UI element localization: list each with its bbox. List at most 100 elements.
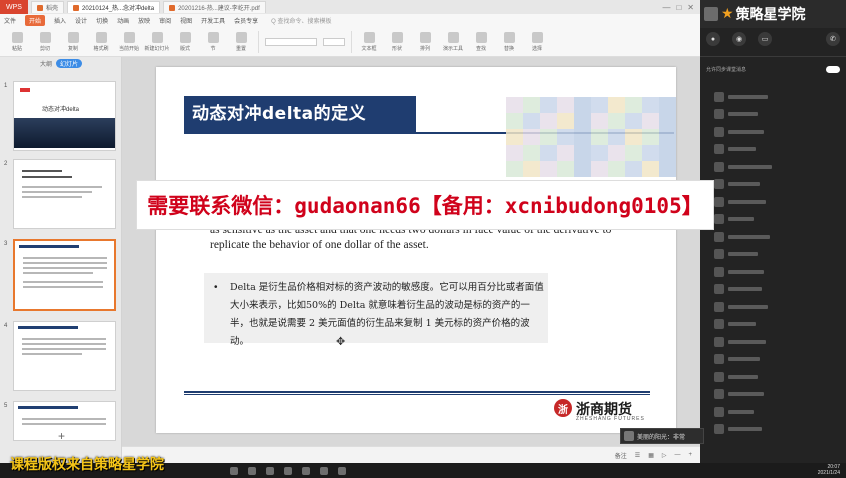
- notes-button[interactable]: 备注: [615, 451, 627, 460]
- list-item[interactable]: [700, 123, 846, 141]
- list-item[interactable]: [700, 176, 846, 194]
- blurred-name: [728, 164, 772, 169]
- chat-popup[interactable]: 美丽的阳光：非常: [620, 428, 704, 444]
- wps-window: WPS 稻壳 20210124_热...念对冲delta 20201216-热.…: [0, 0, 700, 463]
- font-size-select[interactable]: [323, 37, 345, 46]
- menu-review[interactable]: 审阅: [159, 16, 171, 25]
- tab-slides[interactable]: 幻灯片: [56, 58, 83, 68]
- paste-button[interactable]: 粘贴: [6, 31, 28, 52]
- zoom-in-icon[interactable]: +: [688, 452, 692, 458]
- menu-animation[interactable]: 动画: [117, 16, 129, 25]
- slide-thumbnail-3-selected[interactable]: [13, 239, 116, 311]
- list-item[interactable]: [700, 141, 846, 159]
- list-item[interactable]: [700, 368, 846, 386]
- menu-start[interactable]: 开始: [25, 15, 46, 26]
- avatar: [714, 389, 724, 400]
- select-icon: [531, 31, 543, 43]
- format-painter-button[interactable]: 格式刷: [90, 31, 112, 52]
- close-icon[interactable]: ✕: [687, 3, 694, 12]
- arrange-button[interactable]: 排列: [414, 31, 436, 52]
- list-item[interactable]: [700, 421, 846, 439]
- layout-button[interactable]: 版式: [174, 31, 196, 52]
- replace-button[interactable]: 替换: [498, 31, 520, 52]
- menu-transition[interactable]: 切换: [96, 16, 108, 25]
- taskbar-app-icon[interactable]: [284, 466, 292, 475]
- zoom-out-icon[interactable]: —: [674, 452, 680, 458]
- presentation-tools-button[interactable]: 演示工具: [442, 31, 464, 52]
- list-item[interactable]: [700, 316, 846, 334]
- find-icon: [475, 31, 487, 43]
- add-slide-button[interactable]: +: [58, 429, 65, 443]
- taskbar-app-icon[interactable]: [320, 466, 328, 475]
- cut-button[interactable]: 剪切: [34, 31, 56, 52]
- avatar: [714, 161, 724, 172]
- menu-file[interactable]: 文件: [4, 16, 16, 25]
- slide-number: 5: [4, 403, 8, 409]
- brand-name: 策略星学院: [735, 7, 806, 23]
- font-name-select[interactable]: [265, 37, 317, 46]
- list-item[interactable]: [700, 211, 846, 229]
- list-item[interactable]: [700, 281, 846, 299]
- shape-button[interactable]: 形状: [386, 31, 408, 52]
- find-button[interactable]: 查找: [470, 31, 492, 52]
- tab-current-ppt[interactable]: 20210124_热...念对冲delta: [67, 1, 161, 13]
- sync-toggle[interactable]: [826, 65, 840, 73]
- menu-developer[interactable]: 开发工具: [201, 16, 225, 25]
- wps-home-button[interactable]: WPS: [0, 0, 28, 14]
- footer-divider-thin: [184, 394, 650, 395]
- menu-slideshow[interactable]: 放映: [138, 16, 150, 25]
- slide-thumbnail-panel: 大纲 幻灯片 1 动态对冲delta 2 3 4 5 +: [0, 57, 122, 463]
- list-item[interactable]: [700, 246, 846, 264]
- screen-share-icon[interactable]: ▭: [758, 32, 772, 46]
- maximize-icon[interactable]: □: [676, 3, 681, 12]
- command-search[interactable]: Q 查找命令、搜索模板: [271, 16, 331, 25]
- list-item[interactable]: [700, 298, 846, 316]
- microphone-icon[interactable]: ◉: [732, 32, 746, 46]
- menu-member[interactable]: 会员专享: [234, 16, 258, 25]
- list-item[interactable]: [700, 193, 846, 211]
- list-item[interactable]: [700, 403, 846, 421]
- layout-icon: [179, 31, 191, 43]
- menu-bar: 文件 开始 插入 设计 切换 动画 放映 审阅 视图 开发工具 会员专享 Q 查…: [0, 14, 700, 27]
- menu-view[interactable]: 视图: [180, 16, 192, 25]
- menu-design[interactable]: 设计: [75, 16, 87, 25]
- tab-outline[interactable]: 大纲: [40, 59, 52, 68]
- taskbar-app-icon[interactable]: [302, 466, 310, 475]
- normal-view-icon[interactable]: ☰: [635, 452, 640, 459]
- section-button[interactable]: 节: [202, 31, 224, 52]
- taskbar-app-icon[interactable]: [266, 466, 274, 475]
- select-button[interactable]: 选择: [526, 31, 548, 52]
- sorter-view-icon[interactable]: ▦: [648, 452, 654, 459]
- slide-thumbnail-4[interactable]: [13, 321, 116, 391]
- avatar: [714, 284, 724, 295]
- menu-insert[interactable]: 插入: [54, 16, 66, 25]
- reset-button[interactable]: 重置: [230, 31, 252, 52]
- list-item[interactable]: [700, 263, 846, 281]
- current-slide[interactable]: 动态对冲delta的定义 as sensitive as the asset a…: [156, 67, 676, 433]
- copy-button[interactable]: 复制: [62, 31, 84, 52]
- textbox-button[interactable]: 文本框: [358, 31, 380, 52]
- list-item[interactable]: [700, 351, 846, 369]
- list-item[interactable]: [700, 228, 846, 246]
- tab-docer[interactable]: 稻壳: [31, 1, 65, 13]
- taskbar-app-icon[interactable]: [248, 466, 256, 475]
- phone-icon[interactable]: ✆: [826, 32, 840, 46]
- list-item[interactable]: [700, 386, 846, 404]
- list-item[interactable]: [700, 88, 846, 106]
- reset-icon: [235, 31, 247, 43]
- tab-pdf[interactable]: 20201216-热...建议-李屹开.pdf: [163, 1, 266, 13]
- play-current-button[interactable]: 当前开始: [118, 31, 140, 52]
- slide-editing-area: 动态对冲delta的定义 as sensitive as the asset a…: [122, 57, 700, 463]
- slide-thumbnail-1[interactable]: 动态对冲delta: [13, 81, 116, 151]
- system-clock[interactable]: 20:07 2021/1/24: [818, 464, 840, 476]
- play-slideshow-icon[interactable]: ▷: [662, 452, 667, 459]
- taskbar-app-icon[interactable]: [230, 466, 238, 475]
- list-item[interactable]: [700, 106, 846, 124]
- minimize-icon[interactable]: —: [662, 3, 670, 12]
- camera-icon[interactable]: ●: [706, 32, 720, 46]
- list-item[interactable]: [700, 333, 846, 351]
- list-item[interactable]: [700, 158, 846, 176]
- new-slide-button[interactable]: 新建幻灯片: [145, 31, 170, 52]
- taskbar-app-icon[interactable]: [338, 466, 346, 475]
- slide-thumbnail-2[interactable]: [13, 159, 116, 229]
